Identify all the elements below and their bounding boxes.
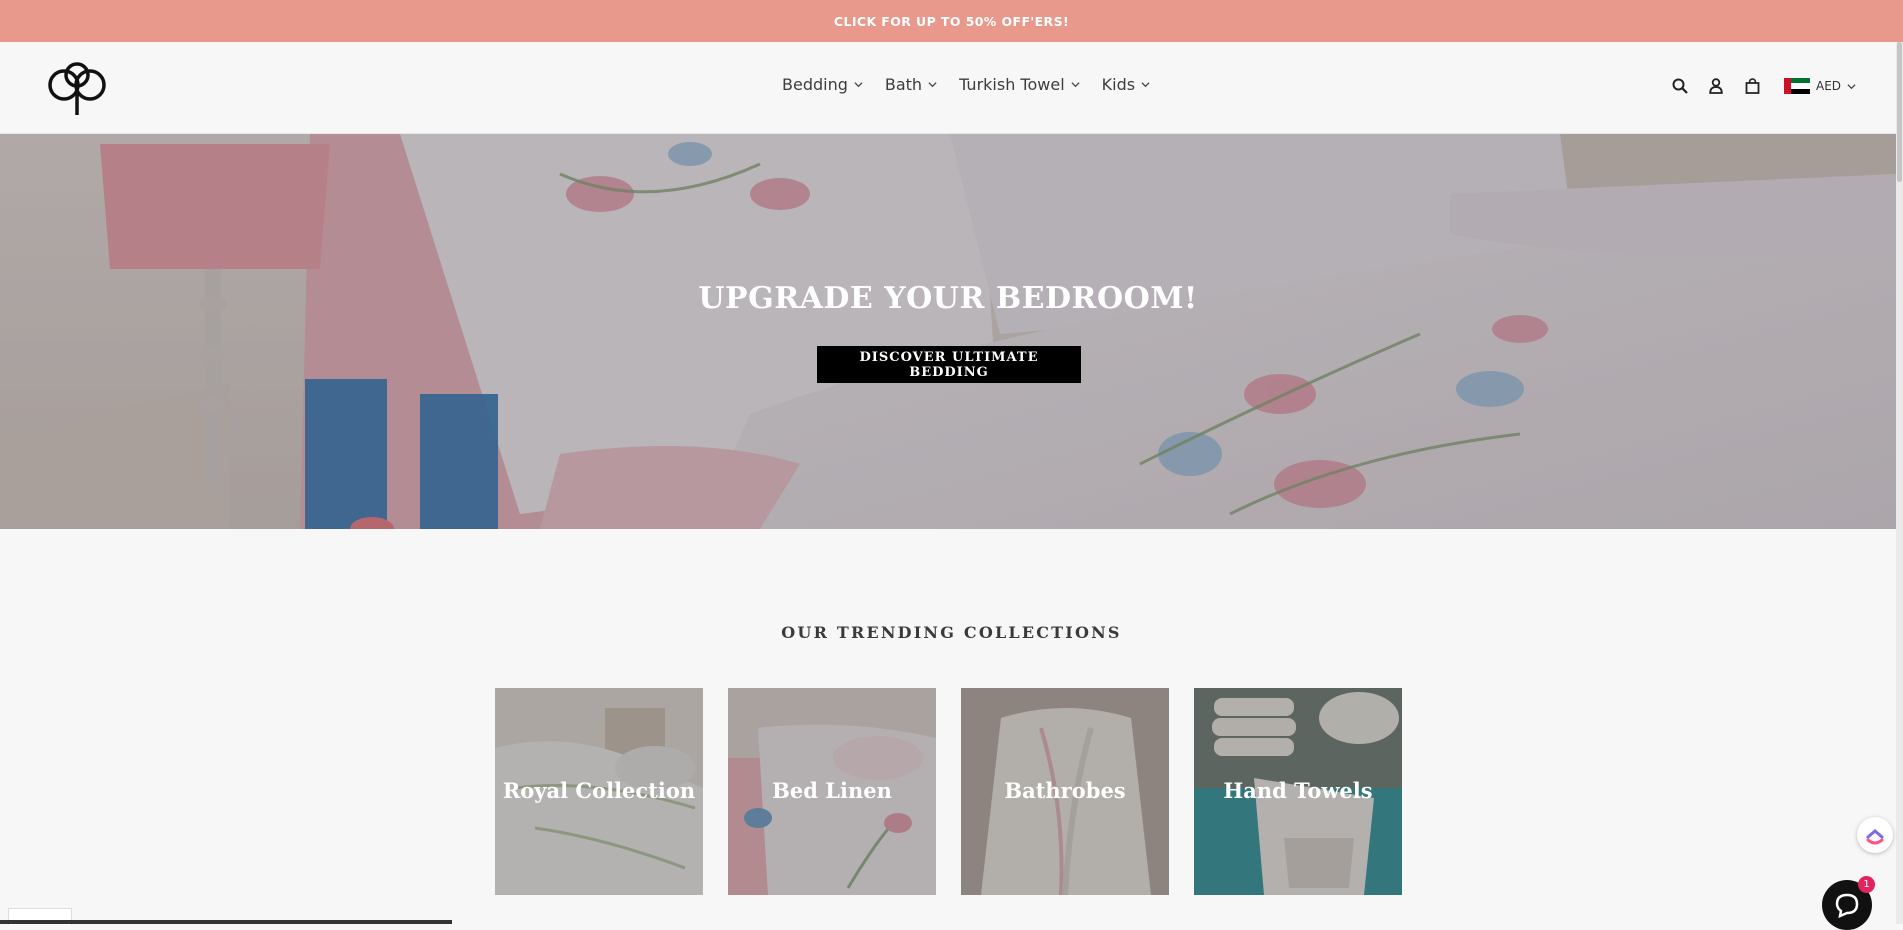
tree-logo-icon[interactable] bbox=[45, 60, 109, 118]
nav-label: Turkish Towel bbox=[959, 75, 1065, 94]
collections-grid: Royal Collection Bed Linen Bathrobes Han… bbox=[495, 688, 1402, 895]
collection-label: Bed Linen bbox=[772, 778, 892, 803]
nav-label: Bath bbox=[884, 75, 923, 94]
uae-flag-icon bbox=[1784, 78, 1810, 94]
collection-card-hand-towels[interactable]: Hand Towels bbox=[1194, 688, 1402, 895]
site-header: Bedding Bath Turkish Towel Kids AED bbox=[0, 42, 1903, 134]
nav-turkish-towel[interactable]: Turkish Towel bbox=[959, 75, 1080, 94]
collection-label: Royal Collection bbox=[502, 778, 696, 803]
discover-bedding-button[interactable]: DISCOVER ULTIMATE BEDDING bbox=[817, 346, 1081, 383]
nav-label: Kids bbox=[1101, 75, 1136, 94]
chat-bubble-icon bbox=[1835, 893, 1859, 918]
hero-title: UPGRADE YOUR BEDROOM! bbox=[698, 281, 1198, 316]
cart-icon[interactable] bbox=[1742, 76, 1762, 96]
chevron-down-icon bbox=[854, 82, 863, 88]
collection-label: Bathrobes bbox=[1004, 778, 1126, 803]
collections-title: OUR TRENDING COLLECTIONS bbox=[781, 623, 1122, 642]
announcement-text[interactable]: CLICK FOR UP TO 50% OFF'ERS! bbox=[834, 14, 1069, 29]
hero-banner: UPGRADE YOUR BEDROOM! DISCOVER ULTIMATE … bbox=[0, 134, 1896, 529]
chevron-down-icon bbox=[1847, 83, 1856, 89]
hero-overlay bbox=[0, 134, 1896, 529]
account-icon[interactable] bbox=[1706, 76, 1726, 96]
announcement-bar[interactable]: CLICK FOR UP TO 50% OFF'ERS! bbox=[0, 0, 1903, 42]
nav-bedding[interactable]: Bedding bbox=[782, 75, 863, 94]
nav-label: Bedding bbox=[782, 75, 848, 94]
page-scrollbar[interactable] bbox=[1896, 42, 1903, 924]
search-icon[interactable] bbox=[1670, 76, 1690, 96]
bottom-bar bbox=[0, 920, 452, 924]
collection-card-bathrobes[interactable]: Bathrobes bbox=[961, 688, 1169, 895]
chevron-down-icon bbox=[928, 82, 937, 88]
main-nav: Bedding Bath Turkish Towel Kids bbox=[782, 75, 1150, 94]
currency-selector[interactable]: AED bbox=[1784, 78, 1856, 94]
collection-card-royal[interactable]: Royal Collection bbox=[495, 688, 703, 895]
currency-code: AED bbox=[1816, 79, 1842, 93]
chat-badge: 1 bbox=[1858, 876, 1875, 893]
chevron-down-icon bbox=[1141, 82, 1150, 88]
chevron-down-icon bbox=[1071, 82, 1080, 88]
nav-bath[interactable]: Bath bbox=[885, 75, 937, 94]
collection-label: Hand Towels bbox=[1223, 778, 1373, 803]
header-icons: AED bbox=[1670, 76, 1856, 96]
collection-card-bed-linen[interactable]: Bed Linen bbox=[728, 688, 936, 895]
scrollbar-thumb[interactable] bbox=[1897, 42, 1902, 182]
nav-kids[interactable]: Kids bbox=[1102, 75, 1150, 94]
clickup-extension-icon[interactable] bbox=[1857, 817, 1893, 853]
